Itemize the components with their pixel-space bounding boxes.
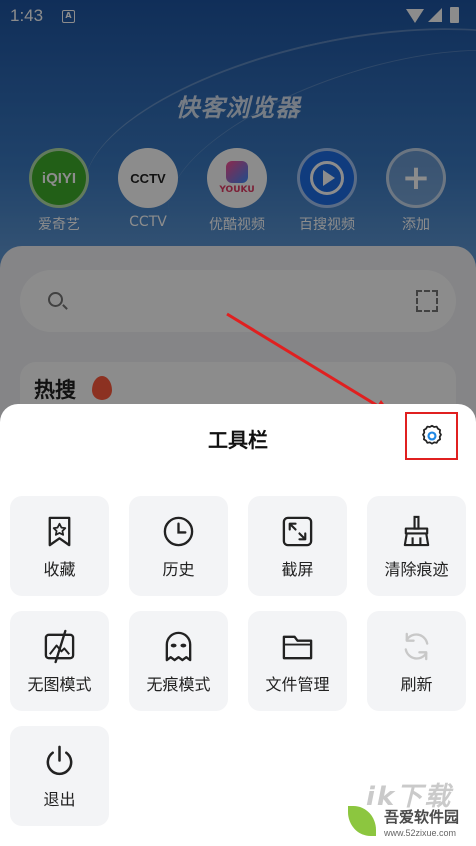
clock-icon	[161, 514, 196, 549]
ghost-icon	[161, 629, 196, 664]
power-icon	[42, 744, 77, 779]
tool-file-manager[interactable]: 文件管理	[248, 611, 347, 711]
tool-label: 刷新	[400, 675, 433, 694]
watermark: ik下载 吾爱软件园 www.52zixue.com	[346, 776, 476, 846]
tool-label: 无图模式	[27, 675, 92, 694]
tool-label: 历史	[162, 560, 195, 579]
tool-label: 清除痕迹	[384, 560, 449, 579]
screenshot-icon	[280, 514, 315, 549]
tool-clear-traces[interactable]: 清除痕迹	[367, 496, 466, 596]
tool-exit[interactable]: 退出	[10, 726, 109, 826]
tool-no-image-mode[interactable]: 无图模式	[10, 611, 109, 711]
tool-bookmark[interactable]: 收藏	[10, 496, 109, 596]
tool-label: 文件管理	[265, 675, 330, 694]
tool-label: 无痕模式	[146, 675, 211, 694]
watermark-url: www.52zixue.com	[384, 828, 457, 838]
tool-refresh[interactable]: 刷新	[367, 611, 466, 711]
broom-icon	[399, 514, 434, 549]
tool-label: 退出	[43, 790, 76, 809]
settings-button[interactable]	[405, 412, 458, 460]
refresh-icon	[399, 629, 434, 664]
tool-incognito-mode[interactable]: 无痕模式	[129, 611, 228, 711]
tool-label: 收藏	[43, 560, 76, 579]
tool-label: 截屏	[281, 560, 314, 579]
no-image-icon	[42, 629, 77, 664]
gear-icon	[421, 424, 442, 445]
watermark-name: 吾爱软件园	[384, 808, 460, 826]
tool-history[interactable]: 历史	[129, 496, 228, 596]
tool-screenshot[interactable]: 截屏	[248, 496, 347, 596]
bookmark-star-icon	[42, 514, 77, 549]
folder-icon	[280, 629, 315, 664]
